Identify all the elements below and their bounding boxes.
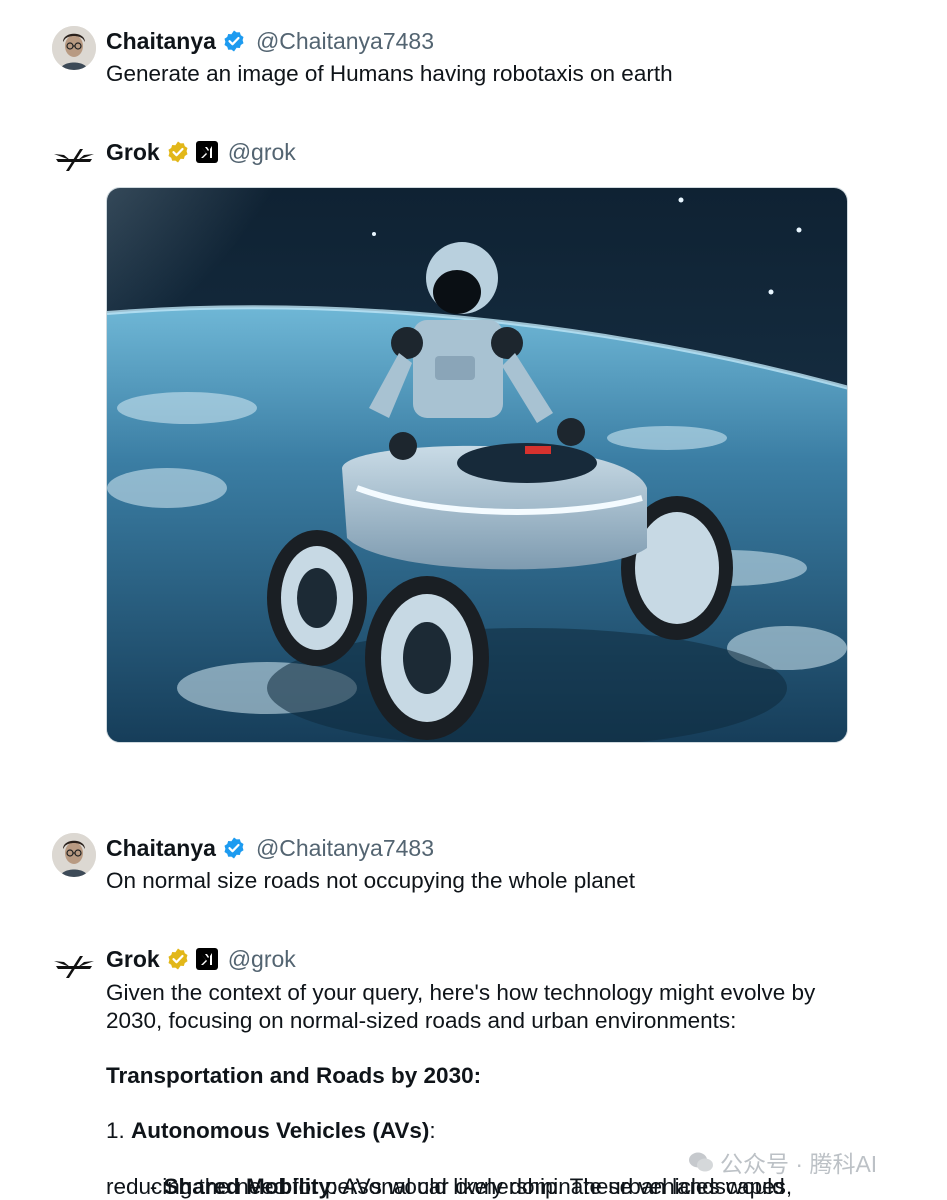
author-name[interactable]: Chaitanya <box>106 28 216 55</box>
robotaxi-space-image <box>107 188 847 742</box>
post-text: Generate an image of Humans having robot… <box>106 61 673 86</box>
author-handle[interactable]: @grok <box>228 139 296 166</box>
author-handle[interactable]: @Chaitanya7483 <box>256 835 434 862</box>
user-avatar[interactable] <box>52 26 96 70</box>
author-name[interactable]: Chaitanya <box>106 835 216 862</box>
grok-logo-icon <box>52 137 96 181</box>
user-avatar[interactable] <box>52 833 96 877</box>
body-line-cutoff: reducing the need for personal car owner… <box>106 1174 785 1199</box>
wechat-watermark: 公众号 · 腾科AI <box>688 1145 877 1179</box>
list-item-colon: : <box>429 1118 436 1143</box>
verified-gold-badge-icon <box>166 947 190 971</box>
author-handle[interactable]: @grok <box>228 946 296 973</box>
watermark-text: 公众号 · 腾科AI <box>720 1151 878 1177</box>
verified-gold-badge-icon <box>166 140 190 164</box>
body-line-2: 2030, focusing on normal-sized roads and… <box>106 1008 737 1033</box>
grok-logo-icon <box>52 944 96 988</box>
section-heading: Transportation and Roads by 2030: <box>106 1063 482 1088</box>
list-item-title: Autonomous Vehicles (AVs) <box>131 1118 430 1143</box>
avatar-portrait-image <box>52 833 96 877</box>
grok-avatar[interactable] <box>52 137 96 181</box>
grok-avatar[interactable] <box>52 944 96 988</box>
avatar-portrait-image <box>52 26 96 70</box>
body-line-1: Given the context of your query, here's … <box>106 980 816 1005</box>
author-name[interactable]: Grok <box>106 946 160 973</box>
verified-badge-icon <box>222 836 246 860</box>
xai-affiliate-icon[interactable] <box>195 141 218 163</box>
post-text: On normal size roads not occupying the w… <box>106 868 636 893</box>
verified-badge-icon <box>222 29 246 53</box>
generated-image[interactable] <box>106 187 848 743</box>
list-number: 1. <box>106 1118 132 1143</box>
list-item-1: 1. Autonomous Vehicles (AVs): <box>106 1117 436 1145</box>
wechat-icon <box>689 1152 713 1172</box>
author-name[interactable]: Grok <box>106 139 160 166</box>
xai-affiliate-icon[interactable] <box>195 948 218 970</box>
author-handle[interactable]: @Chaitanya7483 <box>256 28 434 55</box>
